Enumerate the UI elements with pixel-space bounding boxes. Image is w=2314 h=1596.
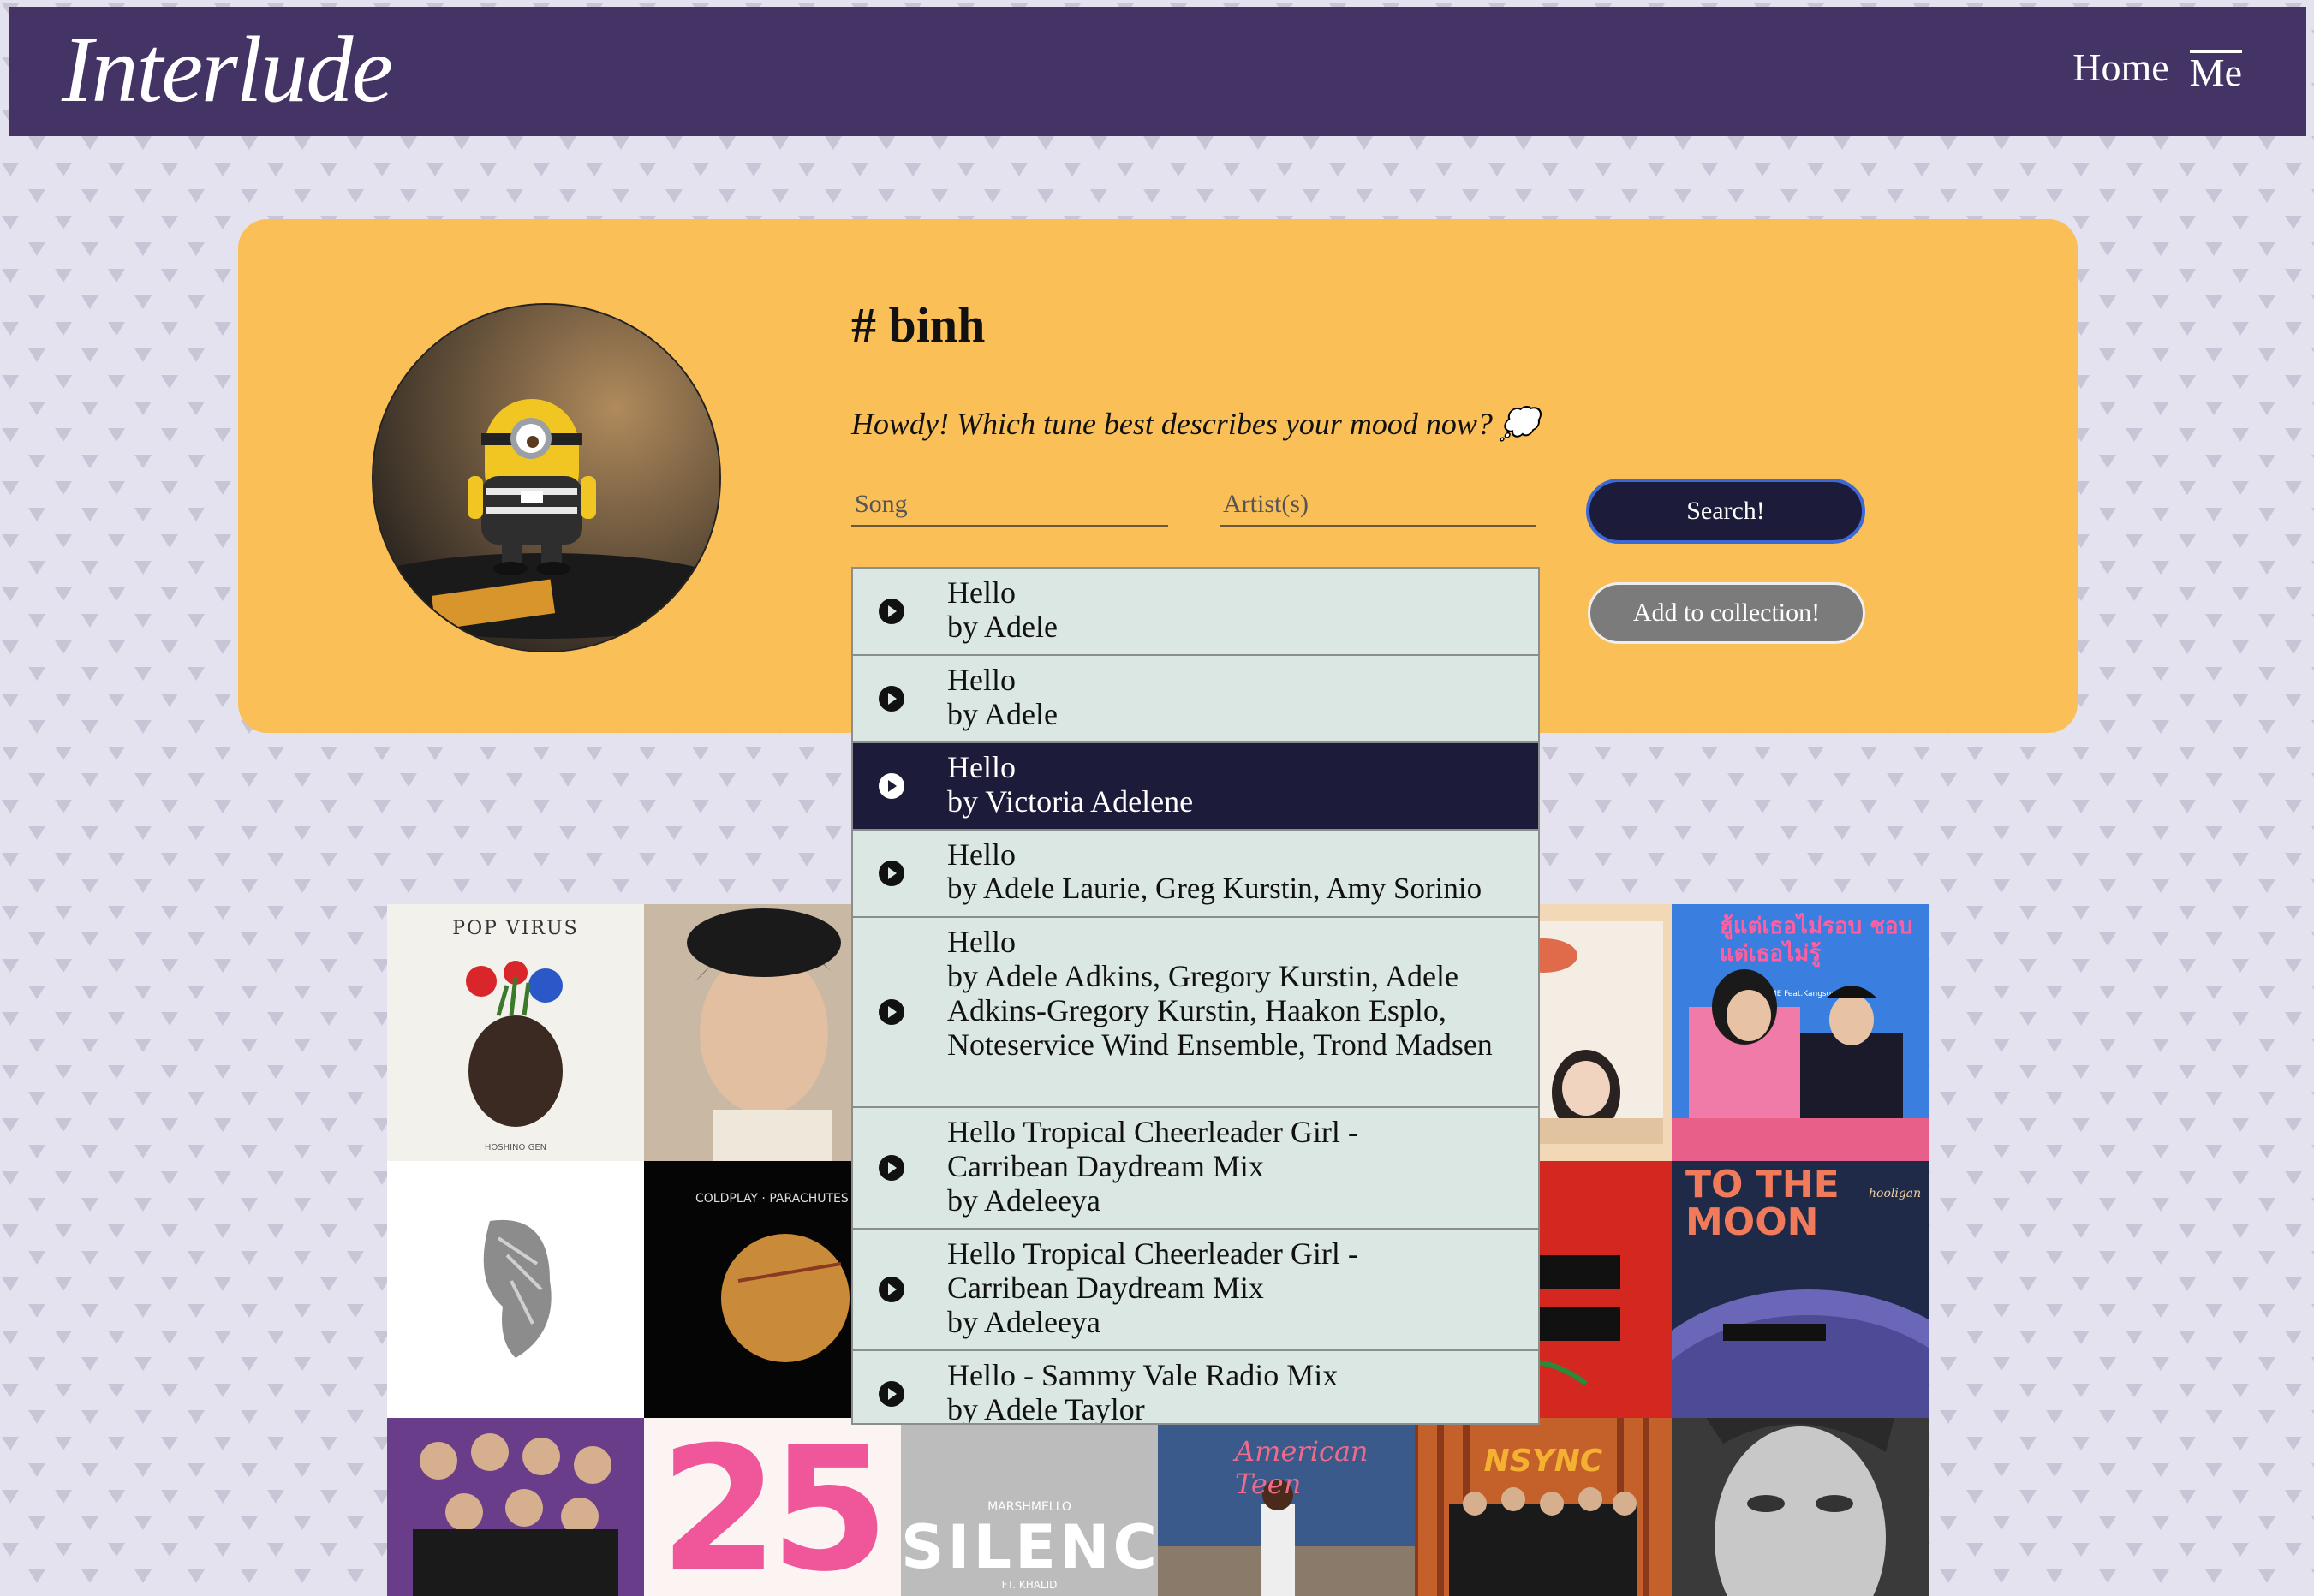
result-item[interactable]: Hello by Adele	[853, 656, 1538, 743]
result-artist: by Adeleeya	[947, 1305, 1100, 1339]
result-title: Hello Tropical Cheerleader Girl - Carrib…	[947, 1236, 1358, 1305]
result-title: Hello Tropical Cheerleader Girl - Carrib…	[947, 1115, 1358, 1183]
result-artist: by Adele	[947, 610, 1058, 644]
play-icon[interactable]	[879, 773, 904, 799]
album-tile-wonderframe[interactable]: ฮู้แต่เธอไม่รอบ ชอบแต่เธอไม่รู้ WONDERFR…	[1672, 904, 1929, 1161]
brand-logo[interactable]: Interlude	[62, 15, 393, 124]
nav-links: Home Me	[2072, 45, 2242, 92]
search-button[interactable]: Search!	[1586, 479, 1865, 544]
play-icon[interactable]	[879, 598, 904, 624]
avatar	[372, 303, 721, 652]
album-tile-adele-25[interactable]	[1672, 1418, 1929, 1596]
album-tile-coldplay-rush[interactable]	[387, 1161, 644, 1418]
result-item[interactable]: Hello Tropical Cheerleader Girl - Carrib…	[853, 1108, 1538, 1230]
mood-prompt: Howdy! Which tune best describes your mo…	[851, 407, 1539, 441]
result-artist: by Victoria Adelene	[947, 784, 1194, 819]
result-title: Hello - Sammy Vale Radio Mix	[947, 1358, 1339, 1392]
album-tile-group[interactable]	[387, 1418, 644, 1596]
result-artist: by Adele Adkins, Gregory Kurstin, Adele …	[947, 959, 1493, 1062]
artist-input[interactable]: Artist(s)	[1220, 481, 1536, 527]
album-tile-25-pink[interactable]: 25	[644, 1418, 901, 1596]
top-navbar: Interlude Home Me	[9, 7, 2306, 136]
result-item[interactable]: Hello by Adele	[853, 569, 1538, 656]
song-input[interactable]: Song	[851, 481, 1168, 527]
album-tile-pop-virus[interactable]: POP VIRUS HOSHINO GEN	[387, 904, 644, 1161]
minion-avatar-image	[373, 305, 719, 651]
album-tile-american-teen[interactable]: American Teen	[1158, 1418, 1415, 1596]
play-icon[interactable]	[879, 999, 904, 1025]
nav-me-link[interactable]: Me	[2189, 50, 2242, 92]
album-tile-nsync[interactable]: NSYNC	[1415, 1418, 1672, 1596]
result-title: Hello	[947, 750, 1016, 784]
result-title: Hello	[947, 575, 1016, 610]
result-artist: by Adele	[947, 697, 1058, 731]
result-item[interactable]: Hello by Adele Laurie, Greg Kurstin, Amy…	[853, 831, 1538, 918]
album-artist: HOSHINO GEN	[484, 1143, 547, 1152]
album-tile-to-the-moon[interactable]: TO THE MOON hooligan	[1672, 1161, 1929, 1418]
play-icon[interactable]	[879, 686, 904, 712]
result-item[interactable]: Hello by Adele Adkins, Gregory Kurstin, …	[853, 918, 1538, 1108]
result-title: Hello	[947, 837, 1016, 872]
album-title: SILENCE	[901, 1512, 1158, 1582]
play-icon[interactable]	[879, 861, 904, 886]
album-subtitle: FT. KHALID	[1001, 1579, 1058, 1591]
result-artist: by Adeleeya	[947, 1183, 1100, 1218]
profile-username: # binh	[851, 297, 986, 353]
result-title: Hello	[947, 925, 1016, 959]
album-title: American Teen	[1235, 1435, 1369, 1500]
search-results-dropdown[interactable]: Hello by Adele Hello by Adele Hello by V…	[851, 567, 1540, 1425]
result-item[interactable]: Hello Tropical Cheerleader Girl - Carrib…	[853, 1230, 1538, 1351]
add-to-collection-button[interactable]: Add to collection!	[1588, 582, 1865, 644]
album-tile-silence[interactable]: MARSHMELLO SILENCE FT. KHALID	[901, 1418, 1158, 1596]
album-title: 25	[659, 1418, 889, 1596]
result-item-selected[interactable]: Hello by Victoria Adelene	[853, 743, 1538, 831]
nav-home-link[interactable]: Home	[2072, 45, 2168, 92]
play-icon[interactable]	[879, 1155, 904, 1181]
result-artist: by Adele Taylor	[947, 1392, 1145, 1425]
play-icon[interactable]	[879, 1277, 904, 1302]
result-item[interactable]: Hello - Sammy Vale Radio Mix by Adele Ta…	[853, 1351, 1538, 1425]
result-title: Hello	[947, 663, 1016, 697]
play-icon[interactable]	[879, 1381, 904, 1407]
album-title: NSYNC	[1483, 1444, 1603, 1479]
result-artist: by Adele Laurie, Greg Kurstin, Amy Sorin…	[947, 872, 1482, 905]
